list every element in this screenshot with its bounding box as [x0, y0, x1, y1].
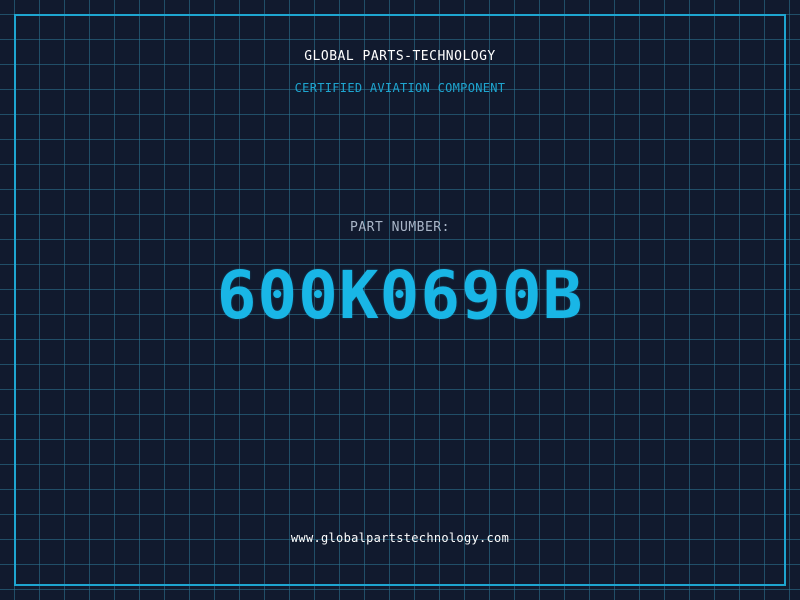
- part-number-value: 600K0690B: [216, 257, 584, 334]
- tagline: CERTIFIED AVIATION COMPONENT: [294, 81, 506, 95]
- part-number-label: PART NUMBER:: [350, 220, 450, 235]
- brand-title: GLOBAL PARTS-TECHNOLOGY: [304, 49, 496, 64]
- website-url: www.globalpartstechnology.com: [290, 531, 510, 545]
